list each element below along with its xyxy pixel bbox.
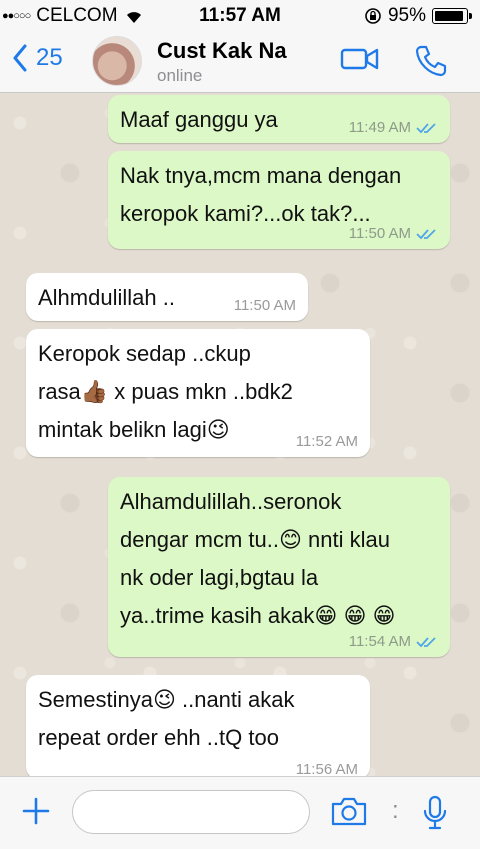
video-call-button[interactable] — [340, 44, 380, 79]
message-text: Nak tnya,mcm mana dengan keropok kami?..… — [120, 163, 402, 226]
camera-button[interactable] — [330, 795, 368, 832]
message-time: 11:49 AM — [348, 119, 411, 136]
chevron-left-icon — [13, 44, 27, 72]
video-camera-icon — [340, 48, 379, 70]
battery-icon — [432, 8, 472, 24]
message-outgoing[interactable]: Maaf ganggu ya 11:49 AM — [108, 95, 450, 143]
message-time: 11:54 AM — [348, 633, 411, 650]
voice-call-button[interactable] — [414, 44, 448, 83]
unread-count: 25 — [36, 44, 63, 71]
message-incoming[interactable]: Keropok sedap ..ckup rasa👍🏾 x puas mkn .… — [26, 329, 370, 457]
status-bar: ●●○○○ CELCOM 11:57 AM 95% — [0, 0, 480, 30]
plus-icon — [22, 797, 50, 825]
message-text: Semestinya😉 ..nanti akak repeat order eh… — [38, 687, 295, 750]
voice-record-button[interactable] — [422, 795, 448, 836]
contact-name[interactable]: Cust Kak Na — [157, 38, 287, 64]
message-time: 11:50 AM — [348, 225, 411, 242]
contact-avatar[interactable] — [92, 36, 142, 86]
message-time: 11:52 AM — [295, 433, 358, 450]
message-outgoing[interactable]: Nak tnya,mcm mana dengan keropok kami?..… — [108, 151, 450, 249]
message-outgoing[interactable]: Alhamdulillah..seronok dengar mcm tu..😊 … — [108, 477, 450, 657]
message-time: 11:56 AM — [295, 761, 358, 776]
attach-button[interactable] — [22, 797, 50, 830]
rotation-lock-icon — [364, 7, 382, 25]
message-time: 11:50 AM — [233, 297, 296, 314]
input-bar: : — [0, 776, 480, 849]
message-incoming[interactable]: Alhmdulillah .. 11:50 AM — [26, 273, 308, 321]
read-ticks-icon — [416, 123, 436, 134]
separator-dots: : — [392, 797, 399, 824]
message-incoming[interactable]: Semestinya😉 ..nanti akak repeat order eh… — [26, 675, 370, 776]
battery-percent: 95% — [387, 5, 426, 26]
message-text: Keropok sedap ..ckup rasa👍🏾 x puas mkn .… — [38, 341, 293, 442]
phone-icon — [415, 45, 447, 77]
read-ticks-icon — [416, 229, 436, 240]
chat-header: 25 Cust Kak Na online — [0, 30, 480, 93]
read-ticks-icon — [416, 637, 436, 648]
back-button[interactable]: 25 — [12, 44, 63, 72]
message-list[interactable]: Maaf ganggu ya 11:49 AM Nak tnya,mcm man… — [0, 93, 480, 776]
microphone-icon — [423, 795, 447, 830]
message-text: Alhamdulillah..seronok dengar mcm tu..😊 … — [120, 489, 396, 628]
message-input[interactable] — [72, 790, 310, 834]
camera-icon — [331, 797, 367, 826]
contact-status: online — [157, 66, 203, 85]
